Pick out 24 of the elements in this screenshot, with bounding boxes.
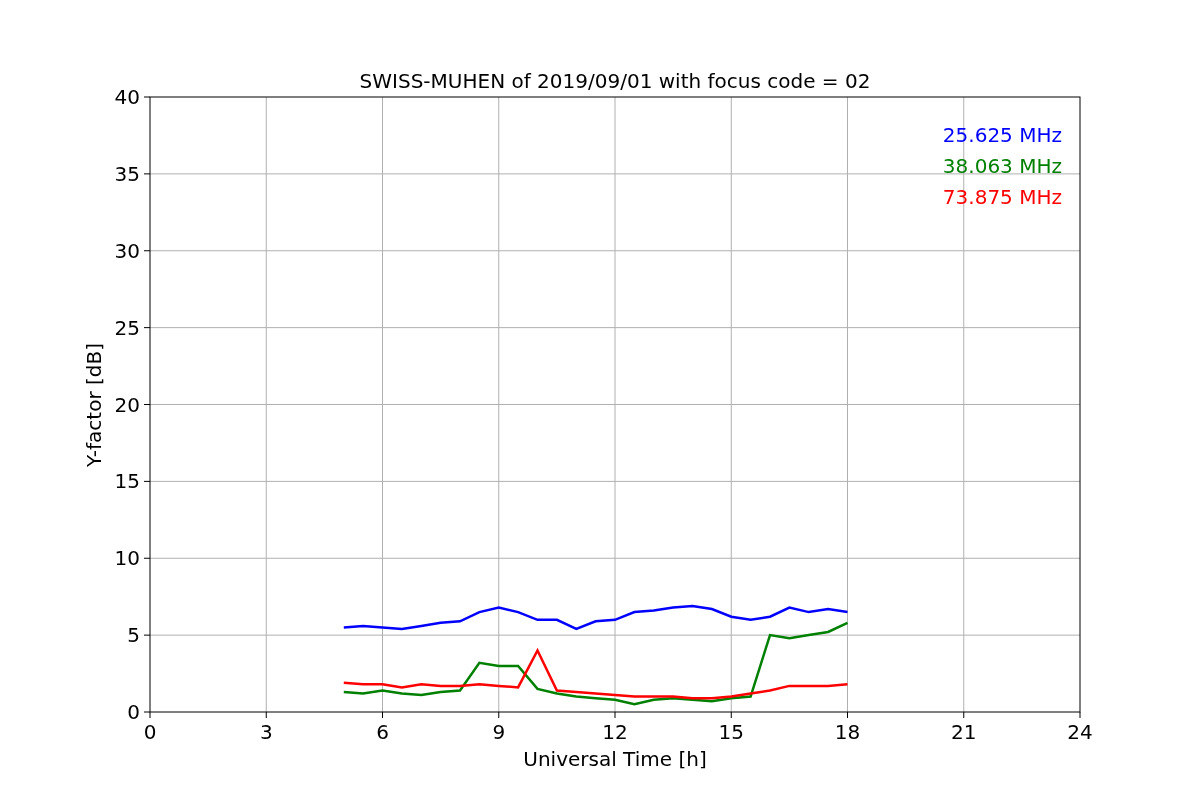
- legend-label: 73.875 MHz: [942, 185, 1062, 209]
- y-tick-label: 40: [114, 85, 140, 109]
- y-tick-label: 0: [127, 700, 140, 724]
- y-tick-label: 10: [114, 546, 140, 571]
- x-tick-label: 3: [259, 720, 273, 744]
- x-tick-label: 24: [1067, 720, 1093, 744]
- legend-label: 38.063 MHz: [942, 154, 1062, 178]
- y-tick-label: 20: [114, 392, 140, 417]
- y-tick-label: 5: [127, 623, 140, 648]
- x-tick-label: 21: [951, 720, 977, 744]
- x-tick-label: 9: [492, 720, 506, 744]
- legend-label: 25.625 MHz: [942, 123, 1062, 147]
- x-tick-label: 18: [834, 720, 861, 744]
- y-tick-label: 30: [114, 238, 140, 263]
- chart-title: SWISS-MUHEN of 2019/09/01 with focus code = 02: [359, 69, 871, 93]
- y-tick-label: 25: [114, 315, 140, 340]
- y-axis-label: Y-factor [dB]: [82, 343, 106, 467]
- x-tick-label: 12: [602, 720, 628, 744]
- x-tick-label: 0: [143, 720, 157, 744]
- y-tick-label: 15: [114, 469, 140, 494]
- x-tick-label: 15: [718, 720, 744, 744]
- y-tick-label: 35: [114, 161, 140, 186]
- x-tick-label: 6: [376, 720, 389, 744]
- x-axis-label: Universal Time [h]: [523, 747, 707, 771]
